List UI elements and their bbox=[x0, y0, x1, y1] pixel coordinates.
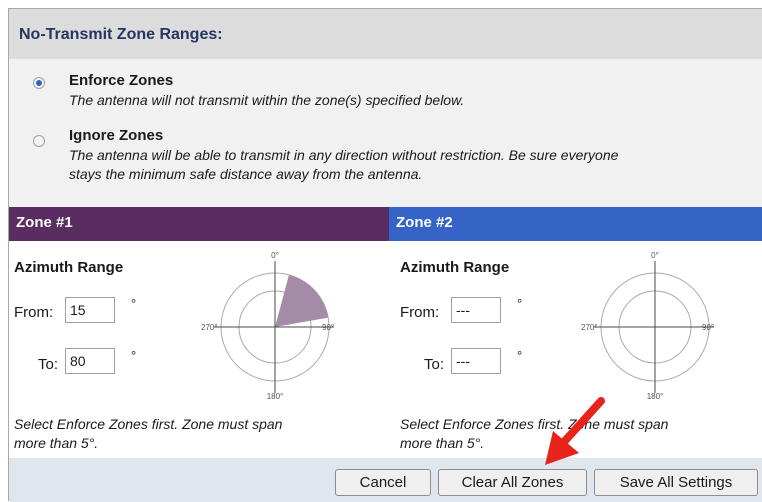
ignore-zones-description-line1: The antenna will be able to transmit in … bbox=[69, 147, 619, 163]
zone-1-polar-label-180: 180° bbox=[267, 392, 284, 401]
zone-2-to-input[interactable] bbox=[451, 348, 501, 374]
zone-2-polar-label-180: 180° bbox=[647, 392, 664, 401]
no-transmit-panel: No-Transmit Zone Ranges: Enforce Zones T… bbox=[8, 8, 762, 502]
zone-1-title: Zone #1 bbox=[16, 214, 73, 231]
zone-1-from-label: From: bbox=[14, 304, 54, 321]
zone-2-polar-chart[interactable]: 0° 90° 180° 270° bbox=[564, 251, 714, 401]
zone-2-polar-label-270: 270° bbox=[581, 323, 598, 332]
zone-2-azimuth-title: Azimuth Range bbox=[400, 259, 510, 276]
enforce-zones-radio[interactable] bbox=[33, 77, 45, 89]
zone-2-title: Zone #2 bbox=[396, 214, 453, 231]
zone-1-polar-label-0: 0° bbox=[271, 251, 279, 260]
zone-1-polar-label-90: 90° bbox=[322, 323, 334, 332]
zone-2-from-label: From: bbox=[400, 304, 440, 321]
cancel-button[interactable]: Cancel bbox=[335, 469, 431, 496]
zone-1-header: Zone #1 bbox=[9, 207, 389, 241]
zone-2-from-degree: ° bbox=[517, 296, 523, 311]
zone-2-polar-label-90: 90° bbox=[702, 323, 714, 332]
zone-2-header: Zone #2 bbox=[389, 207, 762, 241]
ignore-zones-radio[interactable] bbox=[33, 135, 45, 147]
zone-1-to-input[interactable] bbox=[65, 348, 115, 374]
zone-2-polar-label-0: 0° bbox=[651, 251, 659, 260]
ignore-zones-description-line2: stays the minimum safe distance away fro… bbox=[69, 166, 423, 182]
panel-header: No-Transmit Zone Ranges: bbox=[9, 9, 762, 59]
zone-1-to-label: To: bbox=[38, 356, 59, 373]
zone-1-note-line2: more than 5°. bbox=[14, 435, 99, 451]
enforce-zones-label[interactable]: Enforce Zones bbox=[69, 72, 173, 89]
zone-1-azimuth-title: Azimuth Range bbox=[14, 259, 124, 276]
enforce-zones-description: The antenna will not transmit within the… bbox=[69, 92, 465, 108]
button-bar: Cancel Clear All Zones Save All Settings bbox=[9, 458, 762, 502]
zone-1-polar-chart[interactable]: 0° 90° 180° 270° bbox=[184, 251, 334, 401]
zone-2-to-label: To: bbox=[424, 356, 445, 373]
clear-all-zones-button[interactable]: Clear All Zones bbox=[438, 469, 587, 496]
ignore-zones-label[interactable]: Ignore Zones bbox=[69, 127, 163, 144]
zone-1-body: Azimuth Range From: ° To: ° 0° 90° 180° … bbox=[9, 241, 389, 458]
zone-1-to-degree: ° bbox=[131, 348, 137, 363]
zone-2-from-input[interactable] bbox=[451, 297, 501, 323]
zone-1-from-input[interactable] bbox=[65, 297, 115, 323]
zone-2-to-degree: ° bbox=[517, 348, 523, 363]
red-arrow-icon bbox=[545, 397, 605, 465]
zone-1-from-degree: ° bbox=[131, 296, 137, 311]
save-all-settings-button[interactable]: Save All Settings bbox=[594, 469, 758, 496]
zone-1-polar-label-270: 270° bbox=[201, 323, 218, 332]
zone-1-note-line1: Select Enforce Zones first. Zone must sp… bbox=[14, 416, 283, 432]
panel-title: No-Transmit Zone Ranges: bbox=[19, 26, 223, 43]
